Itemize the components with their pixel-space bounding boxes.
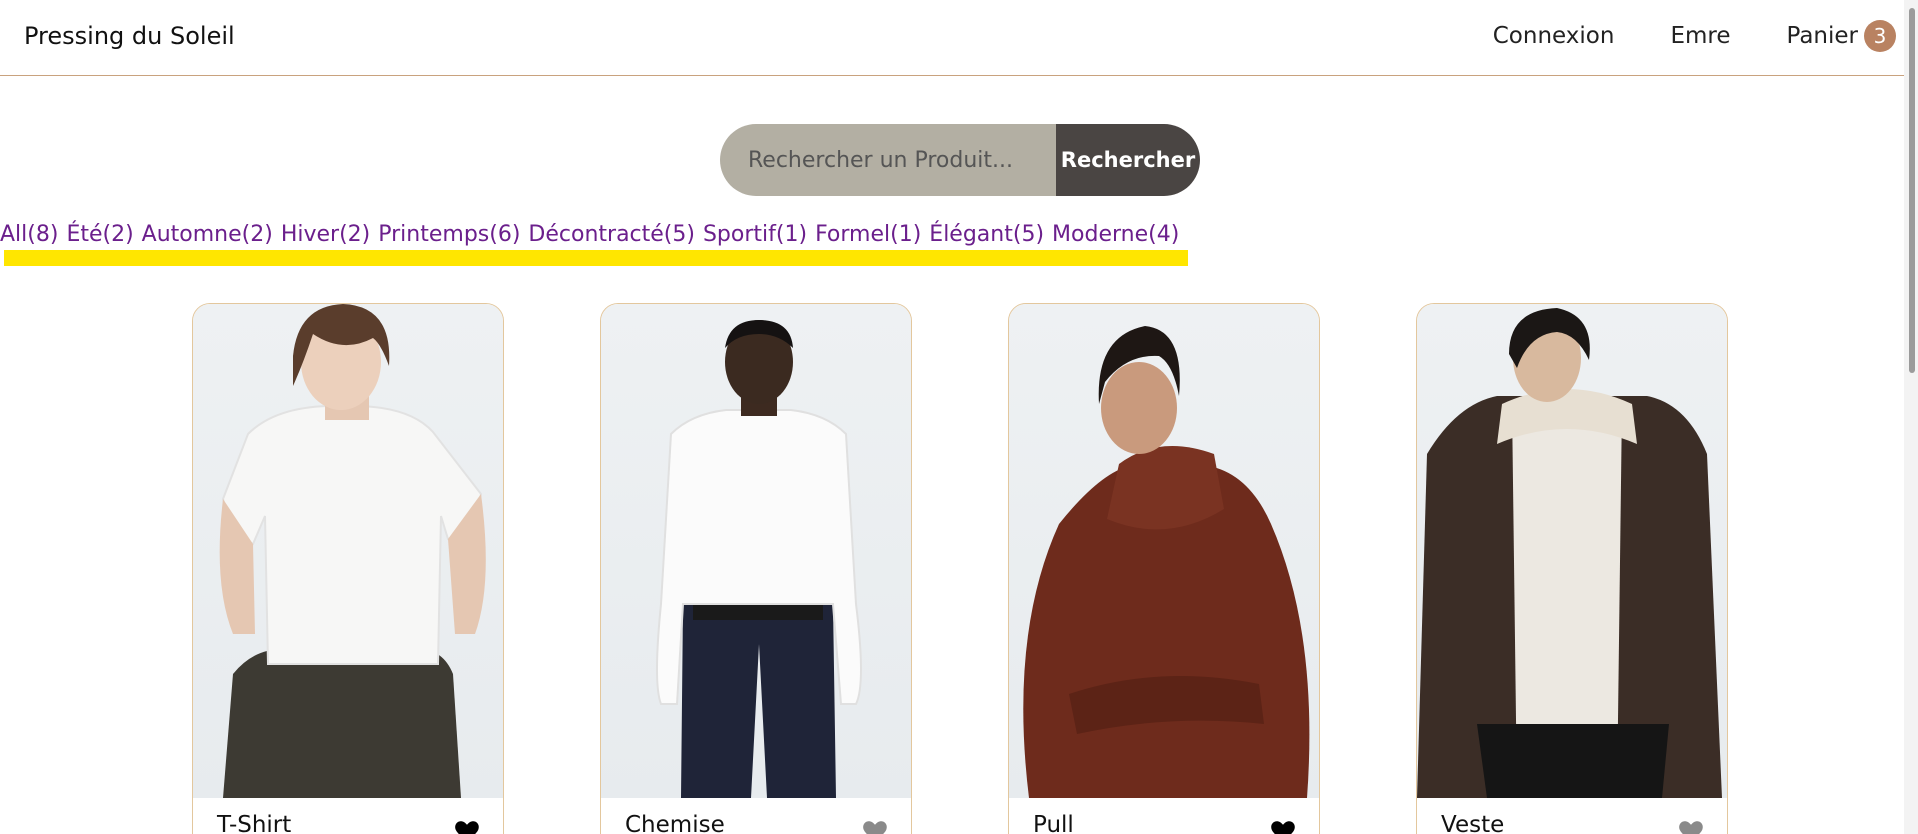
product-name[interactable]: Veste — [1441, 812, 1504, 834]
filter-all[interactable]: All(8) — [0, 222, 58, 247]
product-name[interactable]: Chemise — [625, 812, 725, 834]
filter-moderne[interactable]: Moderne(4) — [1052, 222, 1179, 247]
login-link[interactable]: Connexion — [1493, 23, 1615, 49]
filter-highlight — [4, 250, 1188, 266]
filter-elegant[interactable]: Élégant(5) — [929, 222, 1044, 247]
filter-ete[interactable]: Été(2) — [66, 222, 133, 247]
search-button[interactable]: Rechercher — [1056, 124, 1200, 196]
product-card-tshirt[interactable]: T-Shirt — [192, 303, 504, 834]
product-image-chemise[interactable] — [601, 304, 911, 798]
filter-sportif[interactable]: Sportif(1) — [703, 222, 807, 247]
search-input[interactable] — [720, 124, 1056, 196]
cart-link[interactable]: Panier 3 — [1786, 20, 1896, 52]
product-image-pull[interactable] — [1009, 304, 1319, 798]
product-card-veste[interactable]: Veste — [1416, 303, 1728, 834]
product-image-veste[interactable] — [1417, 304, 1727, 798]
search-bar: Rechercher — [720, 124, 1200, 196]
filter-printemps[interactable]: Printemps(6) — [378, 222, 520, 247]
cart-count-badge: 3 — [1864, 20, 1896, 52]
product-card-pull[interactable]: Pull — [1008, 303, 1320, 834]
product-name[interactable]: Pull — [1033, 812, 1074, 834]
scrollbar-thumb[interactable] — [1909, 8, 1915, 373]
brand-logo[interactable]: Pressing du Soleil — [24, 22, 235, 50]
page-scrollbar[interactable] — [1904, 0, 1918, 834]
filter-automne[interactable]: Automne(2) — [142, 222, 273, 247]
category-filters: All(8) Été(2) Automne(2) Hiver(2) Printe… — [0, 222, 1187, 247]
product-image-tshirt[interactable] — [193, 304, 503, 798]
filter-decontracte[interactable]: Décontracté(5) — [528, 222, 695, 247]
favorite-heart-icon[interactable] — [1677, 816, 1705, 834]
cart-label: Panier — [1786, 23, 1858, 49]
user-link[interactable]: Emre — [1670, 23, 1730, 49]
filter-formel[interactable]: Formel(1) — [815, 222, 921, 247]
product-name[interactable]: T-Shirt — [217, 812, 291, 834]
product-card-chemise[interactable]: Chemise — [600, 303, 912, 834]
top-header: Pressing du Soleil Connexion Emre Panier… — [0, 0, 1918, 76]
main-nav: Connexion Emre Panier 3 — [1437, 20, 1896, 52]
filter-hiver[interactable]: Hiver(2) — [281, 222, 370, 247]
favorite-heart-icon[interactable] — [861, 816, 889, 834]
favorite-heart-icon[interactable] — [1269, 816, 1297, 834]
favorite-heart-icon[interactable] — [453, 816, 481, 834]
